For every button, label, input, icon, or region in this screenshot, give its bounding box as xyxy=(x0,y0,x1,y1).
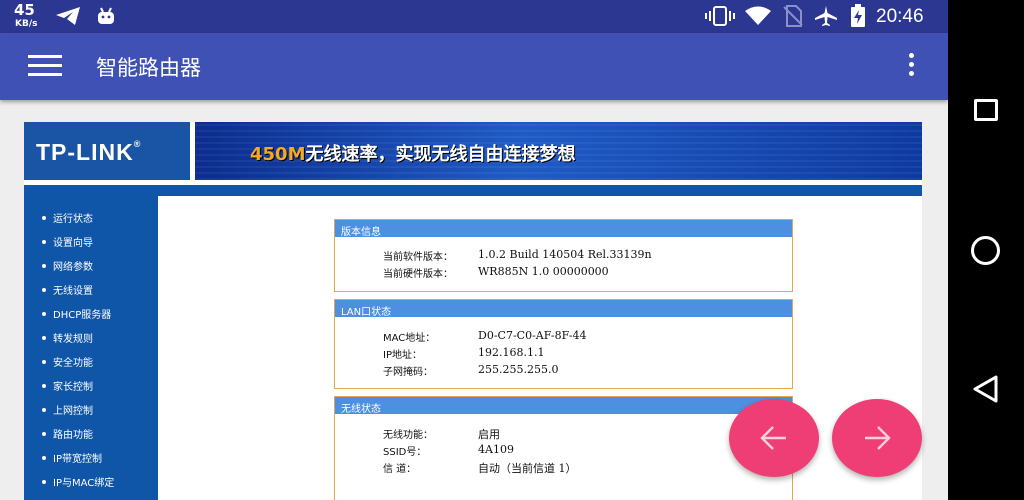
more-vert-icon[interactable] xyxy=(903,53,919,81)
info-row: IP地址： 192.168.1.1 xyxy=(335,346,794,362)
sidebar-item-label: 路由功能 xyxy=(53,430,93,441)
lan-status-panel: LAN口状态 MAC地址： D0-C7-C0-AF-8F-44 IP地址： 19… xyxy=(334,299,793,389)
panel-title: 版本信息 xyxy=(335,220,792,238)
info-row: 无线功能： 启用 xyxy=(335,426,794,442)
row-value: 1.0.2 Build 140504 Rel.33139n xyxy=(478,248,652,261)
sidebar-item-label: 家长控制 xyxy=(53,382,93,393)
row-value: 自动（当前信道 1） xyxy=(478,462,577,475)
sidebar-item-setup-wizard[interactable]: 设置向导 xyxy=(42,234,93,254)
row-label: 信 道： xyxy=(383,464,417,475)
logo-text: TP-LINK xyxy=(36,139,134,165)
row-label: 当前硬件版本： xyxy=(383,269,453,280)
row-label: 子网掩码： xyxy=(383,367,433,378)
sidebar-item-label: IP与MAC绑定 xyxy=(53,478,115,489)
info-row: 当前软件版本： 1.0.2 Build 140504 Rel.33139n xyxy=(335,248,794,264)
row-label: 当前软件版本： xyxy=(383,252,453,263)
row-label: IP地址： xyxy=(383,350,422,361)
sidebar-item-label: DHCP服务器 xyxy=(53,310,112,321)
tp-link-logo: TP-LINK® xyxy=(24,122,190,180)
sidebar-item-label: IP带宽控制 xyxy=(53,454,102,465)
info-row: 子网掩码： 255.255.255.0 xyxy=(335,363,794,379)
sidebar-item-label: 无线设置 xyxy=(53,286,93,297)
sidebar-item-label: 网络参数 xyxy=(53,262,93,273)
info-row: MAC地址： D0-C7-C0-AF-8F-44 xyxy=(335,329,794,345)
sidebar-item-security[interactable]: 安全功能 xyxy=(42,354,93,374)
panel-title: LAN口状态 xyxy=(335,300,792,318)
sidebar-item-parental-control[interactable]: 家长控制 xyxy=(42,378,93,398)
sidebar-item-label: 上网控制 xyxy=(53,406,93,417)
sidebar-item-dhcp-server[interactable]: DHCP服务器 xyxy=(42,306,111,326)
arrow-right-icon xyxy=(865,426,891,450)
wifi-icon xyxy=(745,6,771,25)
info-row: 当前硬件版本： WR885N 1.0 00000000 xyxy=(335,265,794,281)
row-value: 4A109 xyxy=(478,443,514,456)
row-value: D0-C7-C0-AF-8F-44 xyxy=(478,329,587,342)
sidebar-item-label: 安全功能 xyxy=(53,358,93,369)
row-value: 启用 xyxy=(478,428,500,441)
row-value: WR885N 1.0 00000000 xyxy=(478,265,609,278)
sidebar-item-forwarding-rules[interactable]: 转发规则 xyxy=(42,330,93,350)
clock: 20:46 xyxy=(876,6,924,27)
sidebar-item-label: 运行状态 xyxy=(53,214,93,225)
top-divider-bar xyxy=(24,185,922,196)
recents-square-icon[interactable] xyxy=(974,99,998,121)
hamburger-menu-icon[interactable] xyxy=(28,55,62,79)
sidebar-item-routing[interactable]: 路由功能 xyxy=(42,426,93,446)
speed-banner: 450M无线速率，实现无线自由连接梦想 xyxy=(195,122,922,180)
banner-slogan: 无线速率，实现无线自由连接梦想 xyxy=(305,144,576,165)
back-fab-button[interactable] xyxy=(729,399,819,477)
network-speed-value: 45 xyxy=(14,1,35,19)
android-icon xyxy=(98,7,114,24)
home-circle-icon[interactable] xyxy=(971,236,1000,265)
network-speed-unit: KB/s xyxy=(15,19,38,29)
app-bar: 智能路由器 xyxy=(0,33,948,100)
router-sidebar: 运行状态 设置向导 网络参数 无线设置 DHCP服务器 转发规则 安全功能 家长… xyxy=(24,185,158,500)
back-triangle-icon[interactable] xyxy=(972,375,1000,403)
battery-charging-icon xyxy=(851,4,865,27)
sidebar-item-access-control[interactable]: 上网控制 xyxy=(42,402,93,422)
airplane-mode-icon xyxy=(815,6,837,26)
app-title: 智能路由器 xyxy=(96,56,201,80)
sidebar-item-wireless-settings[interactable]: 无线设置 xyxy=(42,282,93,302)
version-info-panel: 版本信息 当前软件版本： 1.0.2 Build 140504 Rel.3313… xyxy=(334,219,793,292)
wireless-status-panel: 无线状态 无线功能： 启用 SSID号： 4A109 信 道： 自动（当前信道 … xyxy=(334,396,793,500)
sidebar-item-network-params[interactable]: 网络参数 xyxy=(42,258,93,278)
row-value: 255.255.255.0 xyxy=(478,363,559,376)
info-row: 信 道： 自动（当前信道 1） xyxy=(335,460,794,476)
no-sim-icon xyxy=(783,5,803,27)
arrow-left-icon xyxy=(760,426,786,450)
panel-title: 无线状态 xyxy=(335,397,792,415)
app-window: 45 KB/s 20:46 智能路由器 TP-LINK® 450M无线速率，实现… xyxy=(0,0,948,500)
sidebar-item-bandwidth-control[interactable]: IP带宽控制 xyxy=(42,450,102,470)
status-bar: 45 KB/s 20:46 xyxy=(0,0,948,33)
row-label: MAC地址： xyxy=(383,333,436,344)
sidebar-item-ip-mac-binding[interactable]: IP与MAC绑定 xyxy=(42,474,114,494)
sidebar-item-label: 转发规则 xyxy=(53,334,93,345)
row-label: 无线功能： xyxy=(383,430,433,441)
banner-speed: 450M xyxy=(250,144,306,165)
info-row: SSID号： 4A109 xyxy=(335,443,794,459)
forward-fab-button[interactable] xyxy=(832,399,922,477)
telegram-icon xyxy=(56,7,80,25)
row-value: 192.168.1.1 xyxy=(478,346,545,359)
vibrate-icon xyxy=(705,6,735,26)
row-label: SSID号： xyxy=(383,447,427,458)
sidebar-item-label: 设置向导 xyxy=(53,238,93,249)
sidebar-item-running-status[interactable]: 运行状态 xyxy=(42,210,93,230)
